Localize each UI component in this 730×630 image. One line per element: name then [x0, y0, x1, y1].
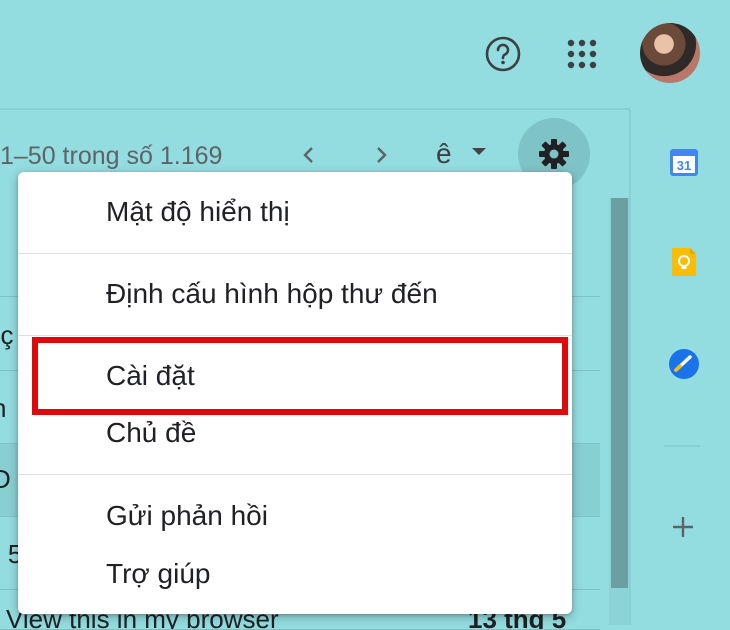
chevron-left-icon[interactable] [298, 143, 320, 167]
calendar-day: 31 [677, 158, 691, 173]
chevron-down-icon[interactable] [472, 148, 486, 155]
chevron-right-icon[interactable] [370, 143, 392, 167]
menu-item-send-feedback[interactable]: Gửi phản hồi [106, 500, 268, 532]
add-icon[interactable] [670, 514, 696, 540]
side-panel-separator [664, 445, 700, 447]
scrollbar-thumb[interactable] [611, 198, 628, 588]
avatar[interactable] [640, 23, 700, 83]
calendar-icon[interactable]: 31 [668, 146, 700, 178]
input-tools-button[interactable]: ê [436, 138, 452, 170]
pagination-text: 1–50 trong số 1.169 [0, 142, 223, 170]
menu-item-themes[interactable]: Chủ đề [106, 417, 196, 449]
menu-item-display-density[interactable]: Mật độ hiển thị [106, 196, 290, 228]
gear-icon [539, 139, 569, 169]
apps-grid-icon[interactable] [566, 38, 598, 70]
keep-icon[interactable] [668, 246, 700, 278]
top-bar [0, 0, 730, 108]
highlight-box [32, 337, 568, 415]
help-icon[interactable] [484, 35, 522, 73]
menu-divider [18, 253, 572, 254]
tasks-icon[interactable] [668, 348, 700, 380]
menu-item-configure-inbox[interactable]: Định cấu hình hộp thư đến [106, 278, 438, 310]
menu-divider [18, 335, 572, 336]
menu-item-help[interactable]: Trợ giúp [106, 558, 210, 590]
menu-divider [18, 474, 572, 475]
